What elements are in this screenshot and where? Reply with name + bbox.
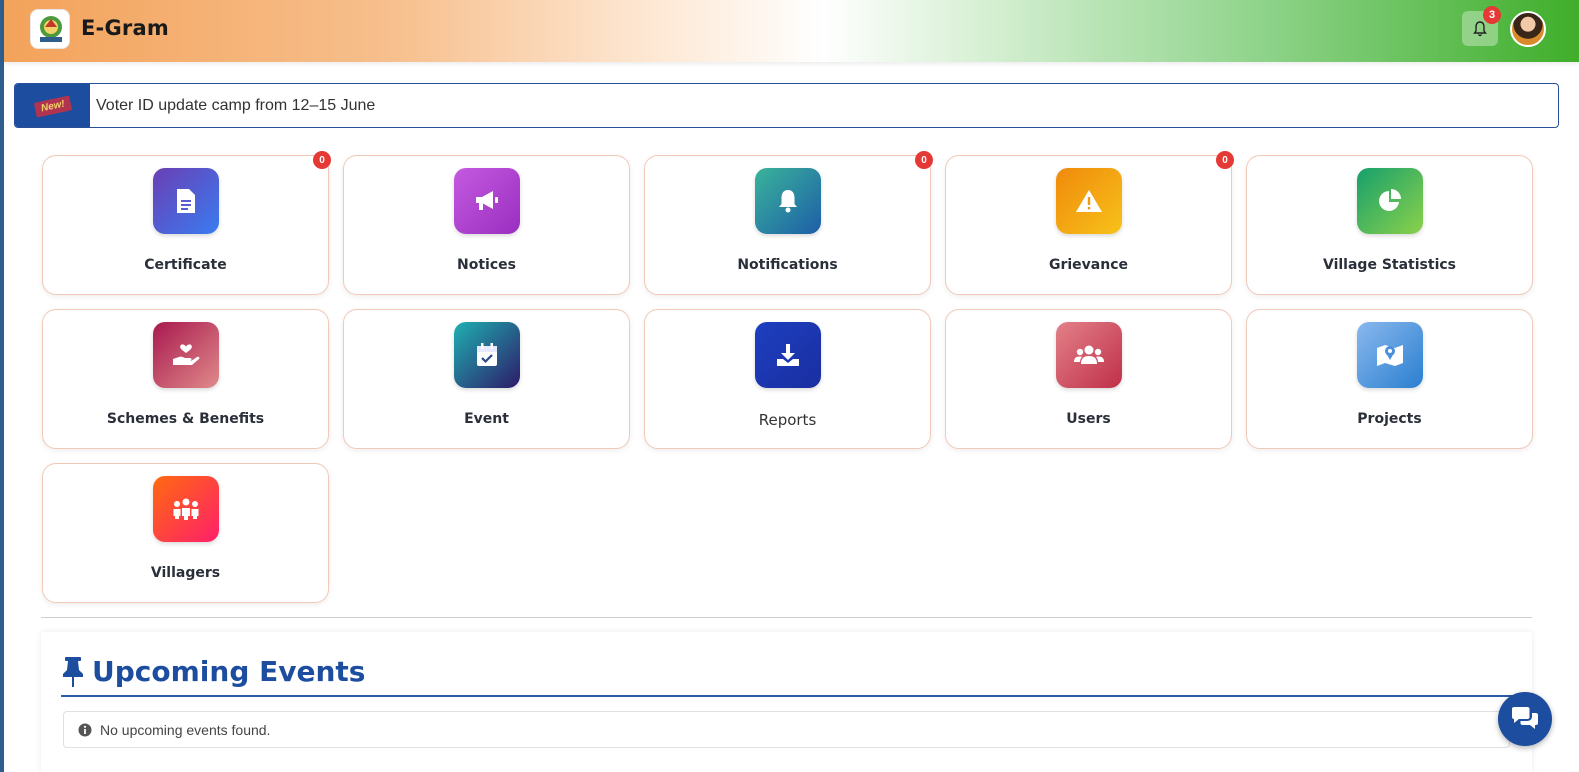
tile-schemes-benefits[interactable]: Schemes & Benefits	[42, 309, 329, 449]
app-logo[interactable]	[30, 9, 70, 49]
tile-label: Users	[1066, 411, 1111, 427]
chat-button[interactable]	[1498, 692, 1552, 746]
upcoming-events-panel: Upcoming Events No upcoming events found…	[41, 632, 1532, 772]
tile-label: Event	[464, 411, 509, 427]
new-tag: New!	[33, 95, 72, 118]
left-edge-strip	[0, 0, 4, 772]
file-icon	[153, 168, 219, 234]
tile-label: Schemes & Benefits	[106, 411, 265, 427]
tile-villagers[interactable]: Villagers	[42, 463, 329, 603]
tile-badge: 0	[1216, 151, 1234, 169]
map-pin-icon	[1357, 322, 1423, 388]
tile-label: Reports	[758, 411, 817, 429]
tile-badge: 0	[915, 151, 933, 169]
calendar-check-icon	[454, 322, 520, 388]
tile-label: Projects	[1357, 411, 1422, 427]
events-title: Upcoming Events	[92, 655, 366, 688]
bell-icon	[755, 168, 821, 234]
section-divider	[41, 617, 1532, 618]
tile-label: Certificate	[144, 257, 227, 273]
tile-reports[interactable]: Reports	[644, 309, 931, 449]
tile-label: Notifications	[737, 257, 838, 273]
chat-icon	[1512, 707, 1538, 729]
tile-label: Village Statistics	[1323, 257, 1456, 273]
megaphone-icon	[454, 168, 520, 234]
events-title-underline	[61, 695, 1513, 697]
tile-users[interactable]: Users	[945, 309, 1232, 449]
tile-notices[interactable]: Notices	[343, 155, 630, 295]
tile-grievance[interactable]: Grievance	[945, 155, 1232, 295]
info-icon	[78, 723, 92, 737]
pie-chart-icon	[1357, 168, 1423, 234]
top-header: E-Gram 3	[4, 0, 1579, 62]
hand-heart-icon	[153, 322, 219, 388]
news-ticker: New! Voter ID update camp from 12–15 Jun…	[14, 83, 1559, 128]
app-title: E-Gram	[81, 16, 169, 40]
tile-label: Grievance	[1048, 257, 1129, 273]
no-events-alert: No upcoming events found.	[63, 711, 1510, 748]
tile-label: Villagers	[150, 565, 221, 581]
tile-badge: 0	[313, 151, 331, 169]
tile-certificate[interactable]: Certificate	[42, 155, 329, 295]
notification-count-badge: 3	[1483, 6, 1501, 24]
no-events-message: No upcoming events found.	[100, 722, 271, 738]
tile-projects[interactable]: Projects	[1246, 309, 1533, 449]
tile-label: Notices	[457, 257, 516, 273]
user-avatar[interactable]	[1510, 11, 1546, 47]
tile-notifications[interactable]: Notifications	[644, 155, 931, 295]
users-icon	[1056, 322, 1122, 388]
ticker-new-label-box: New!	[15, 84, 90, 127]
warning-icon	[1056, 168, 1122, 234]
tile-village-statistics[interactable]: Village Statistics	[1246, 155, 1533, 295]
pin-icon	[63, 657, 83, 687]
people-group-icon	[153, 476, 219, 542]
download-icon	[755, 322, 821, 388]
bell-icon	[1473, 20, 1487, 36]
ticker-message[interactable]: Voter ID update camp from 12–15 June	[96, 97, 375, 115]
tile-event[interactable]: Event	[343, 309, 630, 449]
